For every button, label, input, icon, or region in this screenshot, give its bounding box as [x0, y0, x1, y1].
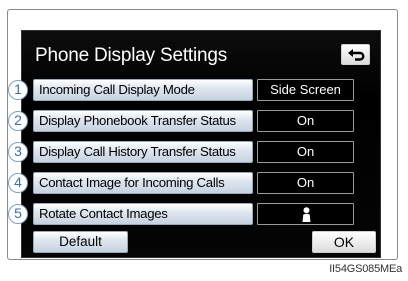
callout-number-3: 3: [8, 142, 28, 162]
display-call-history-transfer-status-button[interactable]: Display Call History Transfer Status: [33, 141, 253, 163]
incoming-call-display-mode-button[interactable]: Incoming Call Display Mode: [33, 79, 253, 101]
display-phonebook-transfer-status-value[interactable]: On: [257, 110, 354, 132]
incoming-call-display-mode-value[interactable]: Side Screen: [257, 79, 354, 101]
display-call-history-transfer-status-value[interactable]: On: [257, 141, 354, 163]
back-button[interactable]: [341, 44, 370, 65]
page-title: Phone Display Settings: [35, 45, 228, 66]
default-button[interactable]: Default: [33, 231, 128, 253]
contact-image-for-incoming-calls-value[interactable]: On: [257, 172, 354, 194]
callout-number-2: 2: [8, 111, 28, 131]
person-icon: [302, 207, 311, 222]
contact-image-for-incoming-calls-button[interactable]: Contact Image for Incoming Calls: [33, 172, 253, 194]
image-code-label: II54GS085MEa: [329, 263, 402, 275]
callout-number-4: 4: [8, 173, 28, 193]
back-arrow-icon: [348, 49, 365, 61]
ok-button[interactable]: OK: [312, 231, 376, 253]
display-phonebook-transfer-status-button[interactable]: Display Phonebook Transfer Status: [33, 110, 253, 132]
rotate-contact-images-button[interactable]: Rotate Contact Images: [33, 203, 253, 225]
callout-number-1: 1: [8, 80, 28, 100]
callout-number-5: 5: [8, 204, 28, 224]
rotate-contact-images-value[interactable]: [257, 203, 354, 225]
